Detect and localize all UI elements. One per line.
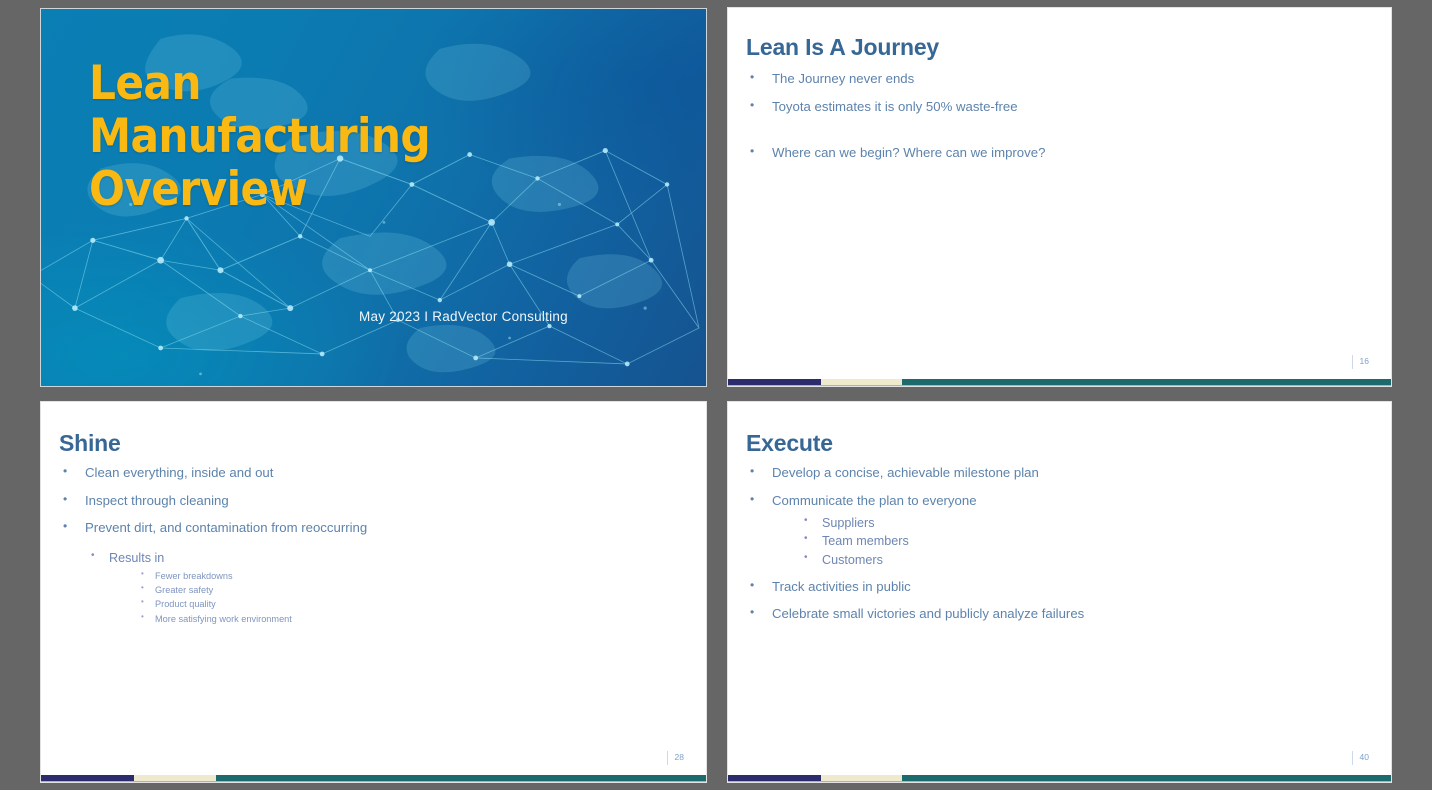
bullet-item: Customers — [800, 551, 1367, 569]
slide-title: Shine — [59, 430, 121, 456]
bullet-item: Where can we begin? Where can we improve… — [746, 145, 1367, 161]
bullet-item: Product quality — [135, 596, 682, 611]
bullet-level-1-list: Develop a concise, achievable milestone … — [746, 465, 1367, 622]
bullet-level-1-list: The Journey never ends Toyota estimates … — [746, 71, 1367, 161]
bullet-list: Clean everything, inside and out Inspect… — [59, 465, 682, 626]
page-number: 40 — [1351, 751, 1369, 765]
bullet-text: Team members — [822, 534, 909, 549]
bullet-text: Inspect through cleaning — [85, 492, 229, 508]
bullet-text: Suppliers — [822, 516, 875, 531]
title-line-2: Manufacturing — [89, 109, 431, 165]
bullet-text: Where can we begin? Where can we improve… — [772, 145, 1046, 161]
bullet-list: Develop a concise, achievable milestone … — [746, 465, 1367, 635]
bullet-item: Prevent dirt, and contamination from reo… — [59, 520, 682, 536]
bullet-text: The Journey never ends — [772, 71, 915, 86]
bullet-item: Inspect through cleaning — [59, 492, 682, 509]
footer-hairline — [41, 780, 706, 782]
bullet-item: Team members — [800, 532, 1367, 550]
bullet-text: More satisfying work environment — [155, 613, 292, 624]
slide-content: Execute Develop a concise, achievable mi… — [728, 402, 1391, 782]
bullet-item: The Journey never ends — [746, 71, 1367, 87]
bullet-text: Communicate the plan to everyone — [772, 492, 977, 508]
bullet-text: Clean everything, inside and out — [85, 465, 274, 480]
bullet-item: Toyota estimates it is only 50% waste-fr… — [746, 98, 1367, 115]
slide-deck-grid: Lean Manufacturing Overview May 2023 I R… — [0, 0, 1432, 790]
bullet-text: Toyota estimates it is only 50% waste-fr… — [772, 98, 1018, 114]
slide-content: Lean Is A Journey The Journey never ends… — [728, 8, 1391, 386]
bullet-list: The Journey never ends Toyota estimates … — [746, 71, 1367, 174]
bullet-item: Greater safety — [135, 582, 682, 597]
bullet-text: Customers — [822, 552, 883, 567]
bullet-item: Fewer breakdowns — [135, 568, 682, 583]
bullet-item: Clean everything, inside and out — [59, 465, 682, 481]
bullet-text: Track activities in public — [772, 578, 911, 594]
bullet-text: Results in — [109, 550, 165, 565]
bullet-item: Results in Fewer breakdowns Greater safe… — [87, 549, 682, 626]
bullet-item: Celebrate small victories and publicly a… — [746, 606, 1367, 622]
bullet-level-2-list: Results in Fewer breakdowns Greater safe… — [59, 549, 682, 626]
bullet-level-2-list: Suppliers Team members Customers — [772, 514, 1367, 569]
slide-title: Lean Is A Journey — [746, 34, 940, 60]
footer-hairline — [728, 780, 1391, 782]
bullet-item: Track activities in public — [746, 578, 1367, 595]
bullet-text: Celebrate small victories and publicly a… — [772, 606, 1085, 622]
bullet-item: Suppliers — [800, 514, 1367, 532]
title-line-1: Lean — [89, 56, 201, 111]
bullet-level-3-list: Fewer breakdowns Greater safety Product … — [109, 568, 682, 626]
bullet-text: Product quality — [155, 599, 216, 610]
bullet-text: Greater safety — [155, 585, 214, 596]
bullet-text: Fewer breakdowns — [155, 570, 233, 581]
page-number: 28 — [666, 751, 684, 765]
title-slide-subtitle: May 2023 I RadVector Consulting — [359, 309, 568, 324]
bullet-item: More satisfying work environment — [135, 611, 682, 626]
slide-thumbnail-lean-is-a-journey[interactable]: Lean Is A Journey The Journey never ends… — [727, 7, 1392, 387]
slide-content: Shine Clean everything, inside and out I… — [41, 402, 706, 782]
title-line-3: Overview — [89, 162, 308, 218]
bullet-item: Develop a concise, achievable milestone … — [746, 465, 1367, 481]
title-slide-heading: Lean Manufacturing Overview — [89, 57, 519, 216]
page-number: 16 — [1351, 355, 1369, 369]
bullet-text: Develop a concise, achievable milestone … — [772, 465, 1039, 480]
slide-thumbnail-execute[interactable]: Execute Develop a concise, achievable mi… — [727, 401, 1392, 783]
bullet-text: Prevent dirt, and contamination from reo… — [85, 520, 368, 536]
bullet-level-1-list: Clean everything, inside and out Inspect… — [59, 465, 682, 536]
slide-title: Execute — [746, 430, 833, 456]
bullet-item: Communicate the plan to everyone Supplie… — [746, 492, 1367, 569]
slide-thumbnail-title[interactable]: Lean Manufacturing Overview May 2023 I R… — [40, 8, 707, 387]
footer-hairline — [728, 384, 1391, 386]
slide-thumbnail-shine[interactable]: Shine Clean everything, inside and out I… — [40, 401, 707, 783]
